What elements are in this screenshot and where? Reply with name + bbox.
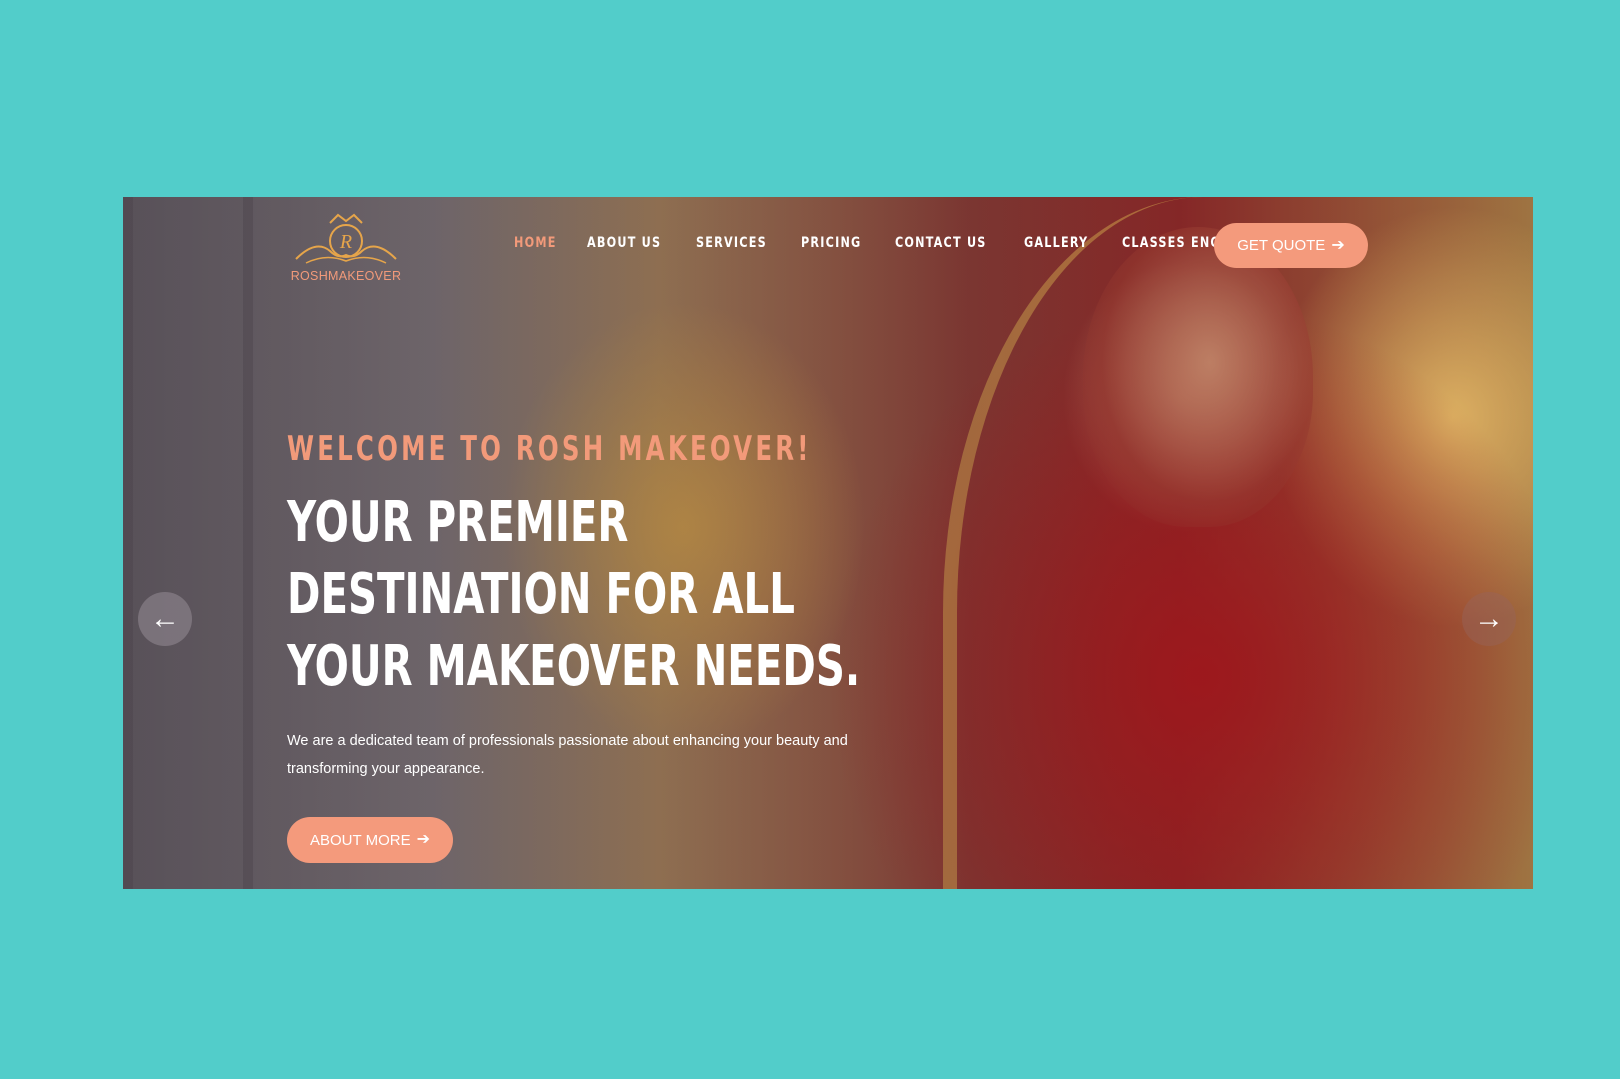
carousel-prev-button[interactable]: ← [138,592,192,646]
nav-item-home[interactable]: HOME [514,235,557,251]
nav-item-about-us[interactable]: ABOUT US [587,235,661,251]
site-logo[interactable]: R ROSHMAKEOVER [286,209,406,287]
arrow-right-icon: ➔ [416,831,430,848]
arrow-right-icon: → [1474,602,1504,635]
arrow-left-icon: ← [150,602,180,635]
hero-headline: YOUR PREMIER DESTINATION FOR ALL YOUR MA… [287,490,861,699]
about-more-label: ABOUT MORE [310,831,411,849]
carousel-next-button[interactable]: → [1462,592,1516,646]
nav-item-contact-us[interactable]: CONTACT US [895,235,987,251]
logo-crest-icon: R [295,213,397,264]
main-nav: HOME ABOUT US SERVICES PRICING CONTACT U… [514,235,1300,251]
arrow-right-icon: ➔ [1331,236,1345,254]
get-quote-label: GET QUOTE [1237,237,1326,254]
hero-welcome: WELCOME TO ROSH MAKEOVER! [287,429,812,469]
nav-item-pricing[interactable]: PRICING [801,235,861,251]
logo-monogram: R [339,231,352,253]
hero-description: We are a dedicated team of professionals… [287,733,848,777]
get-quote-button[interactable]: GET QUOTE ➔ [1214,223,1368,268]
nav-item-gallery[interactable]: GALLERY [1024,235,1088,251]
about-more-button[interactable]: ABOUT MORE ➔ [287,817,453,863]
hero-banner: R ROSHMAKEOVER HOME ABOUT US SERVICES PR… [123,197,1533,889]
logo-name: ROSHMAKEOVER [290,269,402,283]
nav-item-services[interactable]: SERVICES [696,235,767,251]
